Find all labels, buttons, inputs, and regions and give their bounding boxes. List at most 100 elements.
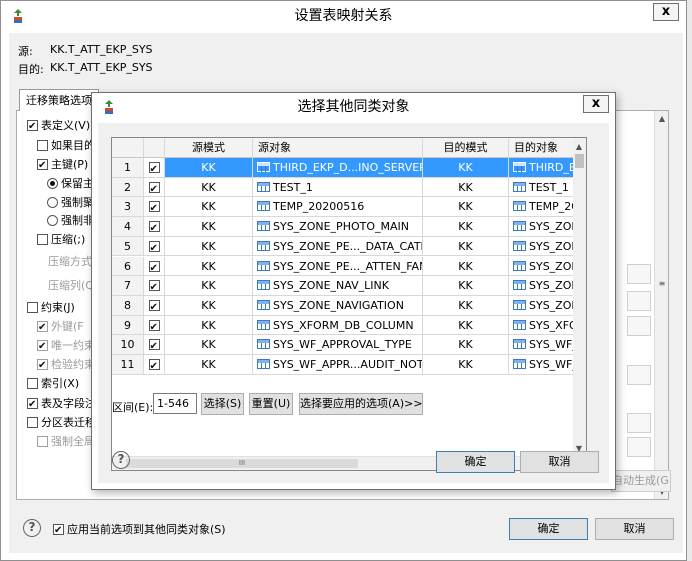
option-field-4[interactable] — [627, 365, 651, 385]
row-checkbox-cell[interactable] — [144, 256, 165, 277]
option-compress[interactable]: 压缩(;) — [37, 231, 85, 249]
checkbox-icon[interactable] — [37, 234, 48, 245]
row-checkbox-cell[interactable] — [144, 295, 165, 316]
inner-close-button[interactable]: x — [583, 95, 609, 113]
row-checkbox-cell[interactable] — [144, 276, 165, 296]
apply-to-others-option[interactable]: 应用当前选项到其他同类对象(S) — [53, 521, 226, 540]
radio-icon[interactable] — [47, 178, 58, 189]
table-row[interactable]: 5KKSYS_ZONE_PE..._DATA_CATEKKSYS_ZONE — [112, 236, 586, 257]
checkbox-icon[interactable] — [53, 522, 64, 540]
checkbox-icon[interactable] — [27, 396, 38, 414]
row-number[interactable]: 5 — [112, 236, 144, 257]
tab-panel-scrollbar[interactable]: ▲ ≡ ▼ — [654, 111, 668, 499]
scroll-up-icon[interactable]: ▲ — [656, 112, 668, 126]
row-checkbox-cell[interactable] — [144, 217, 165, 237]
row-number[interactable]: 4 — [112, 217, 144, 237]
inner-cancel-button[interactable]: 取消 — [520, 451, 599, 473]
option-table-comment[interactable]: 表及字段注 — [27, 395, 96, 414]
row-checkbox-cell[interactable] — [144, 158, 165, 178]
row-checkbox-cell[interactable] — [144, 177, 165, 198]
outer-help-icon[interactable]: ? — [23, 519, 41, 537]
auto-generate-button[interactable]: 自动生成(G) — [611, 470, 671, 492]
range-input[interactable]: 1-546 — [153, 393, 197, 414]
checkbox-icon[interactable] — [148, 219, 160, 236]
checkbox-icon[interactable] — [148, 298, 160, 315]
checkbox-icon[interactable] — [37, 140, 48, 151]
checkbox-icon[interactable] — [148, 160, 160, 177]
option-field-2[interactable] — [627, 291, 651, 311]
option-field-6[interactable] — [627, 437, 651, 457]
table-row[interactable]: 8KKSYS_ZONE_NAVIGATIONKKSYS_ZONE — [112, 295, 586, 316]
header-dst-schema[interactable]: 目的模式 — [423, 138, 509, 158]
row-number[interactable]: 6 — [112, 256, 144, 277]
row-number[interactable]: 9 — [112, 315, 144, 336]
table-row[interactable]: 4KKSYS_ZONE_PHOTO_MAINKKSYS_ZONE — [112, 217, 586, 237]
option-index[interactable]: 索引(X) — [27, 375, 79, 393]
row-number[interactable]: 2 — [112, 177, 144, 198]
checkbox-icon[interactable] — [27, 118, 38, 136]
scroll-grip-icon[interactable]: ≡ — [656, 277, 668, 291]
table-row[interactable]: 3KKTEMP_20200516KKTEMP_202 — [112, 197, 586, 218]
table-row[interactable]: 7KKSYS_ZONE_NAV_LINKKKSYS_ZONE — [112, 276, 586, 296]
option-if-target[interactable]: 如果目的 — [37, 137, 95, 155]
reset-button[interactable]: 重置(U) — [249, 393, 293, 415]
row-number[interactable]: 7 — [112, 276, 144, 296]
row-number[interactable]: 8 — [112, 295, 144, 316]
inner-ok-button[interactable]: 确定 — [436, 451, 515, 473]
row-number[interactable]: 1 — [112, 158, 144, 178]
row-checkbox-cell[interactable] — [144, 197, 165, 218]
checkbox-icon[interactable] — [148, 199, 160, 216]
row-checkbox-cell[interactable] — [144, 355, 165, 375]
option-field-5[interactable] — [627, 413, 651, 433]
radio-icon[interactable] — [47, 215, 58, 226]
row-checkbox-cell[interactable] — [144, 315, 165, 336]
scroll-thumb[interactable] — [575, 154, 584, 168]
table-row[interactable]: 9KKSYS_XFORM_DB_COLUMNKKSYS_XFOR — [112, 315, 586, 336]
inner-help-icon[interactable]: ? — [112, 451, 130, 469]
header-src-schema[interactable]: 源模式 — [165, 138, 253, 158]
checkbox-icon[interactable] — [148, 278, 160, 295]
checkbox-icon[interactable] — [27, 378, 38, 389]
header-src-object[interactable]: 源对象 — [253, 138, 423, 158]
row-checkbox-cell[interactable] — [144, 335, 165, 355]
row-number[interactable]: 3 — [112, 197, 144, 218]
checkbox-icon[interactable] — [148, 337, 160, 354]
option-constraint[interactable]: 约束(J) — [27, 299, 75, 317]
outer-close-button[interactable]: x — [653, 3, 679, 21]
select-button[interactable]: 选择(S) — [201, 393, 244, 415]
row-number[interactable]: 11 — [112, 355, 144, 375]
checkbox-icon[interactable] — [148, 259, 160, 275]
option-keep-main[interactable]: 保留主 — [47, 175, 94, 193]
tab-strategy-options[interactable]: 迁移策略选项 — [19, 89, 99, 111]
checkbox-icon[interactable] — [37, 157, 48, 175]
option-force-cluster[interactable]: 强制聚 — [47, 194, 94, 212]
grid-horizontal-scrollbar[interactable]: III ▶ — [112, 456, 586, 470]
option-field-3[interactable] — [627, 316, 651, 336]
table-row[interactable]: 10KKSYS_WF_APPROVAL_TYPEKKSYS_WF_A — [112, 335, 586, 355]
table-row[interactable]: 11KKSYS_WF_APPR...AUDIT_NOTEKKSYS_WF_A — [112, 355, 586, 375]
row-checkbox-cell[interactable] — [144, 236, 165, 257]
outer-cancel-button[interactable]: 取消 — [595, 518, 674, 540]
checkbox-icon[interactable] — [148, 239, 160, 256]
checkbox-icon[interactable] — [148, 180, 160, 196]
hscroll-thumb[interactable]: III — [126, 459, 358, 468]
table-row[interactable]: 6KKSYS_ZONE_PE..._ATTEN_FANKKSYS_ZONE — [112, 256, 586, 277]
header-dst-object[interactable]: 目的对象 — [509, 138, 575, 158]
option-partition[interactable]: 分区表迁移 — [27, 414, 96, 432]
option-primary-key[interactable]: 主键(P) — [37, 156, 88, 175]
checkbox-icon[interactable] — [148, 357, 160, 374]
option-table-def[interactable]: 表定义(V) — [27, 117, 90, 136]
checkbox-icon[interactable] — [148, 318, 160, 334]
outer-ok-button[interactable]: 确定 — [509, 518, 588, 540]
checkbox-icon[interactable] — [27, 417, 38, 428]
radio-icon[interactable] — [47, 197, 58, 208]
table-row[interactable]: 2KKTEST_1KKTEST_1 — [112, 177, 586, 198]
checkbox-icon[interactable] — [27, 302, 38, 313]
table-row[interactable]: 1KKTHIRD_EKP_D...INO_SERVERKKTHIRD_EK — [112, 158, 586, 178]
objects-grid[interactable]: 源模式 源对象 目的模式 目的对象 1KKTHIRD_EKP_D...INO_S… — [111, 137, 587, 471]
choose-apply-options-button[interactable]: 选择要应用的选项(A)>> — [299, 393, 423, 415]
option-field-1[interactable] — [627, 264, 651, 284]
option-force-non[interactable]: 强制非 — [47, 212, 94, 230]
scroll-up-icon[interactable]: ▲ — [573, 140, 585, 154]
grid-vertical-scrollbar[interactable]: ▲ ▼ — [573, 138, 586, 458]
